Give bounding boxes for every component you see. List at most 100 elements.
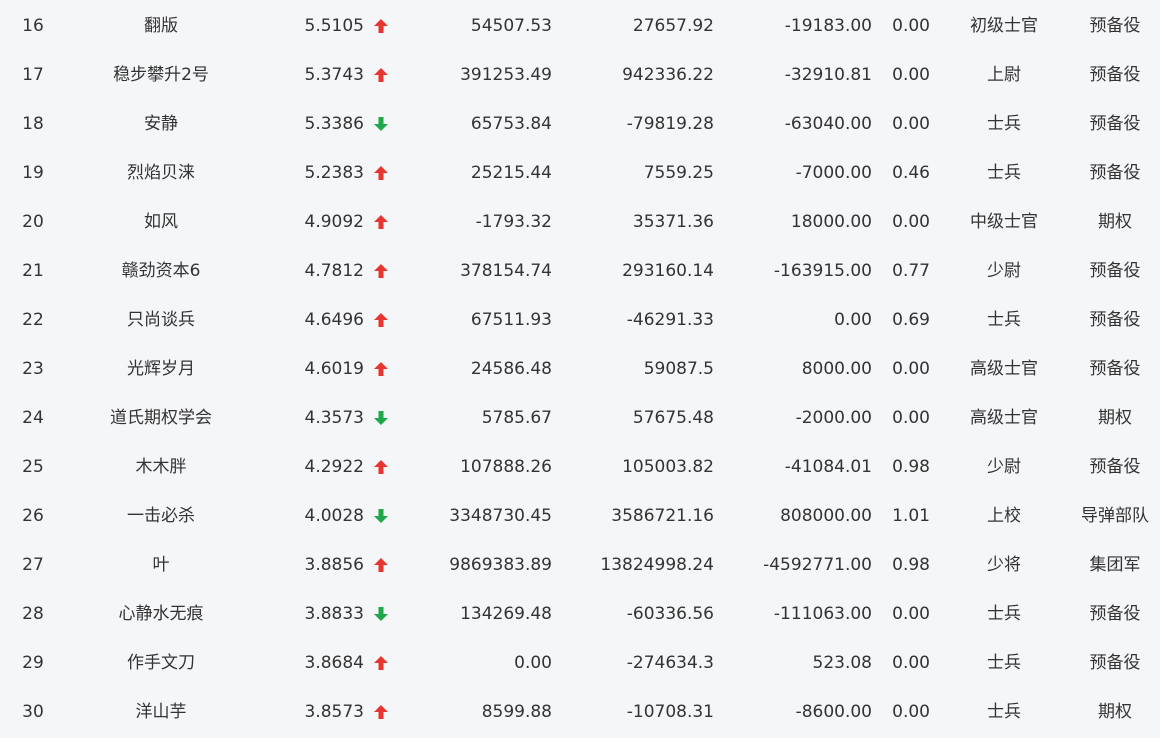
arrow-up-icon — [370, 214, 392, 231]
table-row[interactable]: 28 心静水无痕 3.8833 134269.48 -60336.56 -111063.0… — [0, 590, 1160, 639]
value-1-cell: 391253.49 — [460, 65, 552, 85]
table-row[interactable]: 17 稳步攀升2号 5.3743 391253.49 942336.22 -32910.8… — [0, 51, 1160, 100]
rank-cell: 28 — [22, 604, 44, 624]
value-3-cell: -163915.00 — [773, 261, 872, 281]
value-2-cell: 57675.48 — [632, 408, 714, 428]
name-cell: 只尚谈兵 — [127, 310, 195, 330]
value-2-cell: -274634.3 — [626, 653, 714, 673]
score-cell: 5.2383 — [304, 163, 364, 183]
value-1-cell: 107888.26 — [460, 457, 552, 477]
military-rank-cell: 士兵 — [987, 114, 1021, 134]
unit-cell: 期权 — [1098, 702, 1132, 722]
value-4-cell: 0.98 — [892, 555, 930, 575]
unit-cell: 导弹部队 — [1081, 506, 1149, 526]
table-row[interactable]: 22 只尚谈兵 4.6496 67511.93 -46291.33 0.00 0.69 士兵 预… — [0, 296, 1160, 345]
arrow-up-icon — [370, 312, 392, 329]
military-rank-cell: 上尉 — [987, 65, 1021, 85]
value-1-cell: 134269.48 — [460, 604, 552, 624]
table-row[interactable]: 26 一击必杀 4.0028 3348730.45 3586721.16 808000.0… — [0, 492, 1160, 541]
arrow-up-icon — [370, 67, 392, 84]
unit-cell: 预备役 — [1089, 163, 1141, 183]
value-3-cell: -2000.00 — [795, 408, 872, 428]
unit-cell: 集团军 — [1089, 555, 1141, 575]
value-4-cell: 0.00 — [892, 212, 930, 232]
score-cell: 3.8856 — [304, 555, 364, 575]
table-row[interactable]: 23 光辉岁月 4.6019 24586.48 59087.5 8000.00 0.00 高级… — [0, 345, 1160, 394]
name-cell: 作手文刀 — [127, 653, 195, 673]
name-cell: 叶 — [152, 555, 170, 575]
name-cell: 翻版 — [144, 16, 178, 36]
name-cell: 一击必杀 — [127, 506, 195, 526]
table-row[interactable]: 20 如风 4.9092 -1793.32 35371.36 18000.00 0.00 中级… — [0, 198, 1160, 247]
arrow-up-icon — [370, 459, 392, 476]
value-1-cell: 9869383.89 — [449, 555, 552, 575]
name-cell: 赣劲资本6 — [121, 261, 201, 281]
arrow-up-icon — [370, 165, 392, 182]
value-4-cell: 0.00 — [892, 359, 930, 379]
value-2-cell: 293160.14 — [622, 261, 714, 281]
value-1-cell: -1793.32 — [475, 212, 552, 232]
arrow-up-icon — [370, 704, 392, 721]
value-4-cell: 0.98 — [892, 457, 930, 477]
score-cell: 3.8833 — [304, 604, 364, 624]
name-cell: 洋山芋 — [135, 702, 187, 722]
score-cell: 5.5105 — [304, 16, 364, 36]
value-4-cell: 0.69 — [892, 310, 930, 330]
arrow-down-icon — [370, 116, 392, 133]
value-1-cell: 25215.44 — [470, 163, 552, 183]
score-cell: 4.6496 — [304, 310, 364, 330]
military-rank-cell: 高级士官 — [970, 359, 1038, 379]
military-rank-cell: 少尉 — [987, 457, 1021, 477]
unit-cell: 预备役 — [1089, 16, 1141, 36]
value-2-cell: 13824998.24 — [600, 555, 714, 575]
table-row[interactable]: 24 道氏期权学会 4.3573 5785.67 57675.48 -2000.00 0.0… — [0, 394, 1160, 443]
military-rank-cell: 士兵 — [987, 310, 1021, 330]
rank-cell: 30 — [22, 702, 44, 722]
value-4-cell: 0.00 — [892, 114, 930, 134]
table-row[interactable]: 27 叶 3.8856 9869383.89 13824998.24 -4592771.0… — [0, 541, 1160, 590]
table-row[interactable]: 29 作手文刀 3.8684 0.00 -274634.3 523.08 0.00 士兵 预备役 — [0, 639, 1160, 688]
value-1-cell: 3348730.45 — [449, 506, 552, 526]
table-row[interactable]: 19 烈焰贝涞 5.2383 25215.44 7559.25 -7000.00 0.46 士… — [0, 149, 1160, 198]
value-4-cell: 0.46 — [892, 163, 930, 183]
value-3-cell: -41084.01 — [784, 457, 872, 477]
table-row[interactable]: 25 木木胖 4.2922 107888.26 105003.82 -41084.01 0.… — [0, 443, 1160, 492]
value-2-cell: 59087.5 — [643, 359, 714, 379]
score-cell: 4.2922 — [304, 457, 364, 477]
unit-cell: 预备役 — [1089, 653, 1141, 673]
value-2-cell: -60336.56 — [626, 604, 714, 624]
military-rank-cell: 高级士官 — [970, 408, 1038, 428]
value-1-cell: 8599.88 — [481, 702, 552, 722]
score-cell: 4.3573 — [304, 408, 364, 428]
value-1-cell: 378154.74 — [460, 261, 552, 281]
score-cell: 4.7812 — [304, 261, 364, 281]
arrow-up-icon — [370, 557, 392, 574]
name-cell: 烈焰贝涞 — [127, 163, 195, 183]
value-3-cell: -19183.00 — [784, 16, 872, 36]
value-4-cell: 0.00 — [892, 702, 930, 722]
table-row[interactable]: 16 翻版 5.5105 54507.53 27657.92 -19183.00 0.00 初… — [0, 2, 1160, 51]
table-row[interactable]: 18 安静 5.3386 65753.84 -79819.28 -63040.00 0.00… — [0, 100, 1160, 149]
value-1-cell: 0.00 — [514, 653, 552, 673]
value-1-cell: 54507.53 — [470, 16, 552, 36]
arrow-down-icon — [370, 606, 392, 623]
arrow-up-icon — [370, 263, 392, 280]
unit-cell: 预备役 — [1089, 457, 1141, 477]
value-2-cell: 27657.92 — [632, 16, 714, 36]
table-row[interactable]: 21 赣劲资本6 4.7812 378154.74 293160.14 -163915.0… — [0, 247, 1160, 296]
ranking-table: 16 翻版 5.5105 54507.53 27657.92 -19183.00 0.00 初… — [0, 0, 1160, 738]
unit-cell: 预备役 — [1089, 604, 1141, 624]
military-rank-cell: 士兵 — [987, 702, 1021, 722]
value-2-cell: 942336.22 — [622, 65, 714, 85]
score-cell: 4.9092 — [304, 212, 364, 232]
table-row[interactable]: 30 洋山芋 3.8573 8599.88 -10708.31 -8600.00 0.00 士… — [0, 688, 1160, 737]
value-4-cell: 0.00 — [892, 408, 930, 428]
name-cell: 木木胖 — [135, 457, 187, 477]
unit-cell: 预备役 — [1089, 261, 1141, 281]
rank-cell: 29 — [22, 653, 44, 673]
score-cell: 3.8573 — [304, 702, 364, 722]
rank-cell: 16 — [22, 16, 44, 36]
military-rank-cell: 少尉 — [987, 261, 1021, 281]
value-1-cell: 24586.48 — [470, 359, 552, 379]
value-2-cell: -79819.28 — [626, 114, 714, 134]
